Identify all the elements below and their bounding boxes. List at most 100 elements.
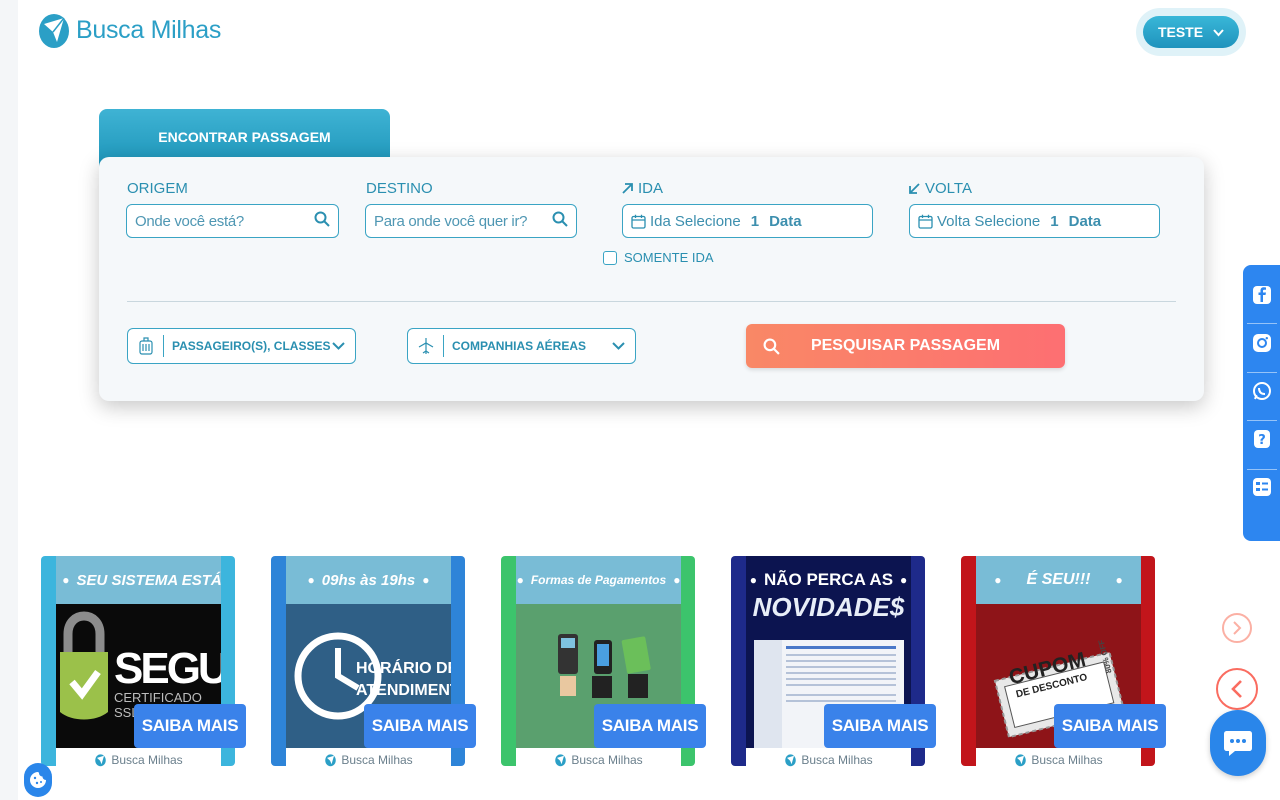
saiba-mais-button[interactable]: SAIBA MAIS [1054, 704, 1166, 748]
promo-card[interactable]: ● NÃO PERCA AS ● NOVIDADE$ Busca Milhas SA… [731, 556, 936, 800]
promo-banner: ● Formas de Pagamentos ● [516, 556, 681, 604]
one-way-label[interactable]: SOMENTE IDA [624, 250, 714, 265]
arrow-down-left-icon [909, 183, 920, 194]
origin-input[interactable]: Onde você está? [126, 204, 339, 238]
svg-text:?: ? [1258, 433, 1266, 448]
departure-label: IDA [638, 180, 664, 197]
brand-name: Busca Milhas [76, 15, 222, 44]
social-divider [1247, 469, 1277, 470]
origin-placeholder: Onde você está? [135, 212, 244, 230]
instagram-icon[interactable] [1252, 333, 1272, 353]
promo-footer-brand: Busca Milhas [801, 753, 873, 767]
passengers-classes-select[interactable]: PASSAGEIRO(S), CLASSES [127, 328, 356, 364]
chevron-down-icon [1213, 24, 1224, 40]
social-divider [1247, 323, 1277, 324]
arrow-up-right-icon [622, 183, 633, 194]
saiba-mais-button[interactable]: SAIBA MAIS [364, 704, 476, 748]
promo-banner: ● É SEU!!! ● [976, 556, 1141, 604]
promo-card[interactable]: ● É SEU!!! ● CUPOM DE DESCONTO 80% OFF Bus… [961, 556, 1166, 800]
return-date-input[interactable]: Volta Selecione 1 Data [909, 204, 1160, 238]
promo-footer: Busca Milhas [286, 748, 451, 772]
social-divider [1247, 420, 1277, 421]
departure-select-text: Selecione [674, 212, 741, 230]
plane-logo-icon [95, 754, 107, 767]
carousel-prev-button[interactable] [1216, 668, 1258, 710]
plane-logo-icon [555, 754, 567, 767]
plane-logo-icon [1015, 754, 1027, 767]
promo-headline: HORÁRIO DE [356, 660, 451, 677]
chevron-down-icon [612, 339, 635, 353]
one-way-checkbox[interactable] [603, 251, 617, 265]
airlines-select[interactable]: COMPANHIAS AÉREAS [407, 328, 636, 364]
contact-card-icon[interactable] [1252, 477, 1272, 497]
destination-placeholder: Para onde você quer ir? [374, 212, 528, 230]
promo-card[interactable]: ● Formas de Pagamentos ● Busca Milhas SAIB… [501, 556, 706, 800]
return-label-row: VOLTA [908, 180, 972, 197]
promo-footer: Busca Milhas [746, 748, 911, 772]
promo-card[interactable]: ●09hs às 19hs● HORÁRIO DE ATENDIMENTO Bu… [271, 556, 476, 800]
promo-banner-text: É SEU!!! [1026, 571, 1091, 588]
promo-banner-text: SEU SISTEMA ESTÁ [76, 571, 221, 589]
destination-input[interactable]: Para onde você quer ir? [365, 204, 577, 238]
promo-footer-brand: Busca Milhas [111, 753, 183, 767]
return-select-text: Selecione [974, 212, 1041, 230]
return-data-text: Data [1068, 212, 1102, 230]
cookie-icon [30, 772, 46, 788]
user-menu-label: TESTE [1157, 24, 1204, 40]
chevron-right-icon [1233, 621, 1242, 635]
chevron-left-icon [1231, 680, 1242, 698]
saiba-mais-button[interactable]: SAIBA MAIS [824, 704, 936, 748]
user-menu-wrap: TESTE [1136, 8, 1246, 56]
social-sidebar: ? [1243, 265, 1280, 541]
search-icon [746, 338, 796, 355]
promo-footer: Busca Milhas [56, 748, 221, 772]
promo-card[interactable]: ●SEU SISTEMA ESTÁ SEGURO CERTIFICADO SSL… [41, 556, 246, 800]
facebook-icon[interactable] [1252, 285, 1272, 305]
departure-prefix: Ida [650, 212, 671, 230]
chevron-down-icon [332, 339, 355, 353]
promo-headline: NOVIDADE$ [752, 592, 905, 622]
chat-button[interactable] [1210, 710, 1266, 776]
promo-subtext: ATENDIMENTO [356, 682, 451, 699]
social-divider [1247, 372, 1277, 373]
promo-banner: ● 09hs às 19hs ● [286, 556, 451, 604]
airplane-icon [408, 335, 444, 357]
departure-label-row: IDA [621, 180, 663, 197]
search-icon[interactable] [314, 211, 330, 231]
plane-logo-icon [325, 754, 337, 767]
search-flights-button[interactable]: PESQUISAR PASSAGEM [746, 324, 1065, 368]
plane-logo-icon [38, 10, 70, 50]
return-count: 1 [1050, 212, 1059, 230]
promo-footer-brand: Busca Milhas [571, 753, 643, 767]
return-prefix: Volta [937, 212, 971, 230]
promo-banner-text: 09hs às 19hs [321, 571, 416, 589]
return-label: VOLTA [925, 180, 972, 197]
luggage-icon [128, 335, 164, 357]
promo-banner: ● SEU SISTEMA ESTÁ [56, 556, 221, 604]
saiba-mais-button[interactable]: SAIBA MAIS [134, 704, 246, 748]
calendar-icon [631, 214, 646, 229]
departure-date-input[interactable]: Ida Selecione 1 Data [622, 204, 873, 238]
passengers-classes-label: PASSAGEIRO(S), CLASSES [172, 339, 331, 353]
promo-footer: Busca Milhas [976, 748, 1141, 772]
destination-label: DESTINO [366, 180, 433, 197]
search-icon[interactable] [552, 211, 568, 231]
page-left-strip [0, 0, 18, 800]
airlines-label: COMPANHIAS AÉREAS [452, 339, 587, 353]
user-menu-button[interactable]: TESTE [1143, 16, 1239, 48]
saiba-mais-button[interactable]: SAIBA MAIS [594, 704, 706, 748]
departure-data-text: Data [769, 212, 802, 230]
cookie-settings-button[interactable] [24, 763, 52, 797]
promo-footer-brand: Busca Milhas [1031, 753, 1103, 767]
whatsapp-icon[interactable] [1252, 381, 1272, 401]
brand-logo[interactable]: Busca Milhas [38, 10, 221, 50]
help-icon[interactable]: ? [1252, 429, 1272, 449]
calendar-icon [918, 214, 933, 229]
promo-headline: SEGURO [114, 644, 221, 693]
departure-count: 1 [750, 212, 760, 230]
promo-banner-text: Formas de Pagamentos [530, 573, 667, 587]
search-flights-label: PESQUISAR PASSAGEM [810, 337, 1001, 354]
carousel-next-button[interactable] [1222, 613, 1252, 643]
form-divider [127, 301, 1176, 302]
promo-footer-brand: Busca Milhas [341, 753, 413, 767]
